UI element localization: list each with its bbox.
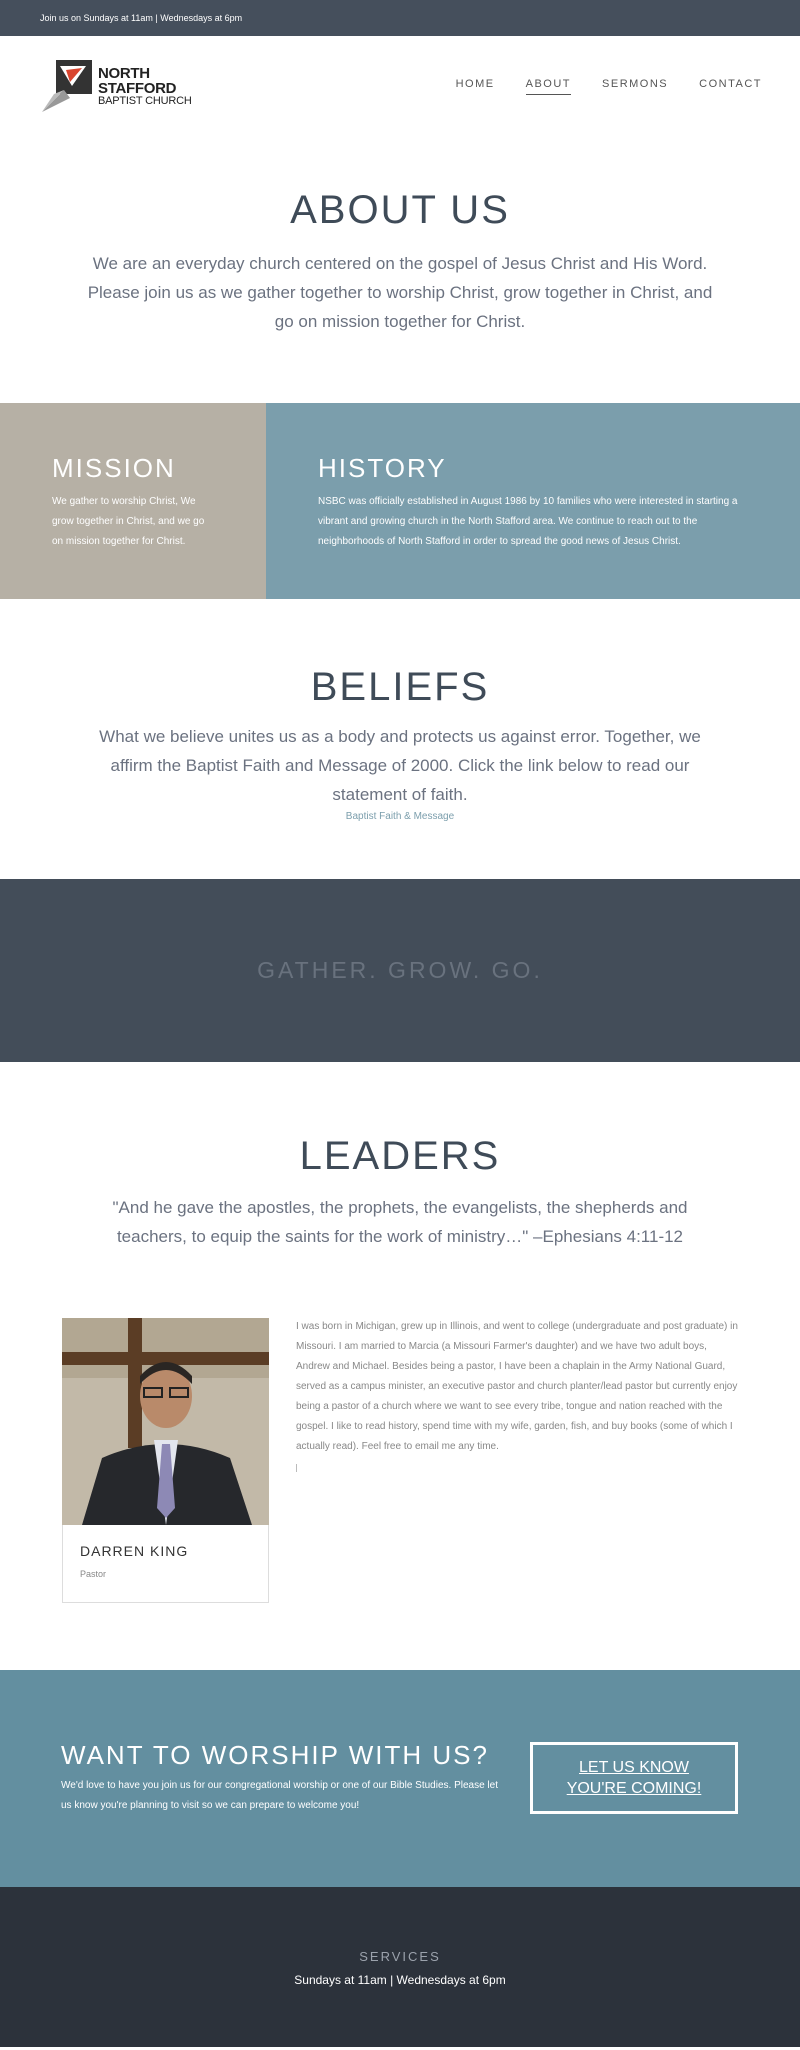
leaders-section: LEADERS "And he gave the apostles, the p…	[0, 1062, 800, 1670]
leader-name: DARREN KING	[80, 1543, 189, 1559]
leader-role: Pastor	[80, 1569, 107, 1579]
beliefs-title: BELIEFS	[310, 665, 490, 709]
history-text: NSBC was officially established in Augus…	[318, 496, 738, 547]
logo-line-1: NORTH	[98, 64, 150, 82]
mission-panel: MISSION We gather to worship Christ, We …	[0, 403, 266, 599]
about-title: ABOUT US	[290, 188, 510, 232]
history-title: HISTORY	[318, 453, 447, 483]
services-times: Sundays at 11am | Wednesdays at 6pm	[294, 1973, 506, 1987]
nav-contact[interactable]: CONTACT	[699, 78, 762, 95]
leader-bio: I was born in Michigan, grew up in Illin…	[296, 1321, 738, 1452]
leader-card: DARREN KING Pastor	[62, 1525, 269, 1603]
about-section: ABOUT US We are an everyday church cente…	[0, 136, 800, 403]
ephesians-quote: "And he gave the apostles, the prophets,…	[112, 1198, 688, 1246]
logo-line-2: STAFFORD	[98, 79, 177, 97]
worship-cta-section: WANT TO WORSHIP WITH US? We'd love to ha…	[0, 1670, 800, 1887]
compass-logo-icon	[40, 58, 96, 114]
about-text: We are an everyday church centered on th…	[87, 254, 713, 331]
site-header: NORTH STAFFORD BAPTIST CHURCH HOME ABOUT…	[0, 36, 800, 136]
leaders-title: LEADERS	[299, 1134, 501, 1178]
cta-title: WANT TO WORSHIP WITH US?	[61, 1740, 489, 1770]
main-nav: HOME ABOUT SERMONS CONTACT	[456, 78, 762, 95]
nav-sermons[interactable]: SERMONS	[602, 78, 668, 95]
nav-about[interactable]: ABOUT	[525, 78, 572, 95]
top-announcement-bar: Join us on Sundays at 11am | Wednesdays …	[0, 0, 800, 36]
history-panel: HISTORY NSBC was officially established …	[266, 403, 800, 599]
mission-title: MISSION	[52, 453, 176, 483]
site-footer: SERVICES Sundays at 11am | Wednesdays at…	[0, 1887, 800, 2047]
beliefs-section: BELIEFS What we believe unites us as a b…	[0, 599, 800, 879]
let-us-know-button[interactable]: LET US KNOW YOU'RE COMING!	[530, 1742, 738, 1814]
faith-message-link[interactable]: Baptist Faith & Message	[0, 811, 800, 822]
leader-photo	[62, 1318, 269, 1525]
mission-text: We gather to worship Christ, We grow tog…	[52, 496, 205, 547]
service-times-text: Join us on Sundays at 11am | Wednesdays …	[40, 13, 243, 23]
beliefs-text: What we believe unites us as a body and …	[99, 727, 701, 804]
logo-line-3: BAPTIST CHURCH	[98, 94, 192, 107]
nav-home[interactable]: HOME	[456, 78, 495, 95]
tagline-banner: GATHER. GROW. GO.	[0, 879, 800, 1062]
services-title: SERVICES	[359, 1949, 441, 1964]
mission-history-section: MISSION We gather to worship Christ, We …	[0, 403, 800, 599]
cta-text: We'd love to have you join us for our co…	[61, 1780, 498, 1811]
bio-divider	[296, 1464, 297, 1472]
tagline-text: GATHER. GROW. GO.	[257, 957, 543, 983]
church-logo[interactable]: NORTH STAFFORD BAPTIST CHURCH	[40, 58, 192, 114]
